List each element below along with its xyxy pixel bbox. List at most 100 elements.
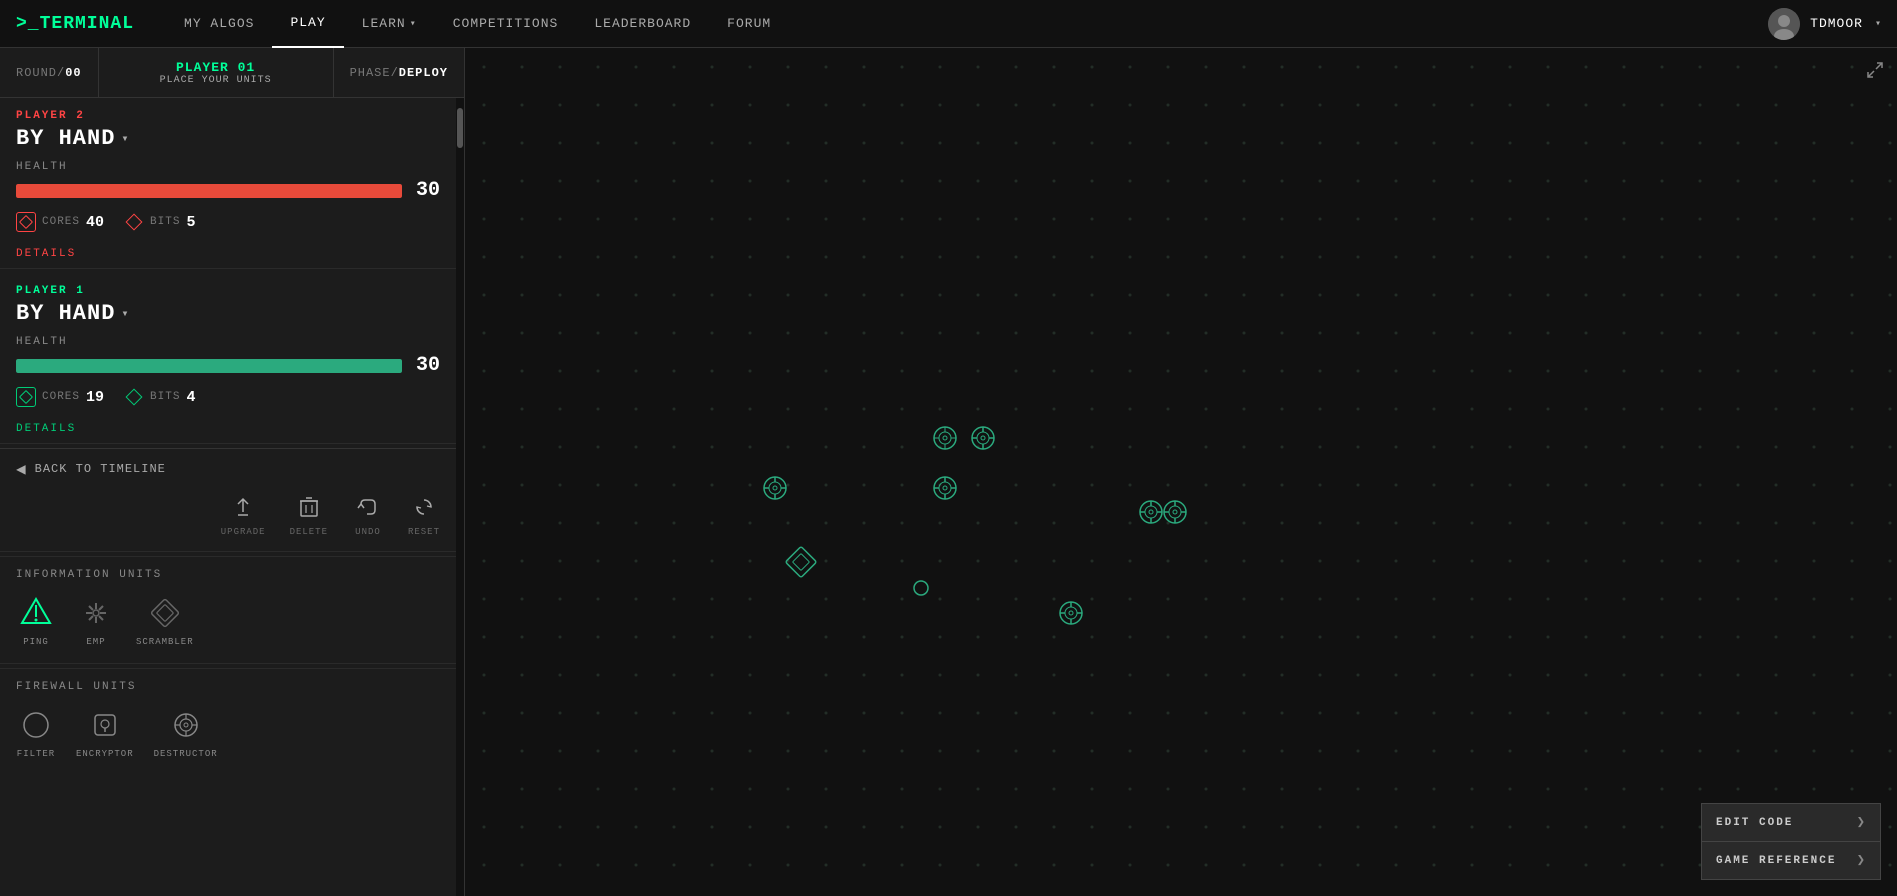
player1-name-row: BY HAND ▾: [16, 301, 440, 326]
player2-tag: PLAYER 2: [16, 110, 440, 122]
upgrade-btn[interactable]: UPGRADE: [221, 491, 266, 537]
player1-bits-label: BITS: [150, 391, 180, 403]
nav-item-my-algos[interactable]: MY ALGOS: [166, 0, 272, 48]
filter-unit[interactable]: FILTER: [16, 705, 56, 759]
game-reference-arrow: ❯: [1857, 852, 1866, 869]
player2-health-bar-row: 30: [16, 179, 440, 202]
upgrade-label: UPGRADE: [221, 527, 266, 537]
filter-label: FILTER: [17, 749, 55, 759]
left-panel: ROUND/ 00 PLAYER 01 PLACE YOUR UNITS PHA…: [0, 48, 465, 896]
player2-bits-diamond: [126, 214, 143, 231]
nav-item-play[interactable]: PLAY: [272, 0, 343, 48]
player1-cores-icon: [16, 387, 36, 407]
player1-name-chevron[interactable]: ▾: [121, 306, 128, 321]
player1-cores-item: CORES 19: [16, 387, 104, 407]
player1-bits-item: BITS 4: [124, 387, 195, 407]
player2-health-label: HEALTH: [16, 161, 440, 173]
back-timeline-btn[interactable]: ◀ BACK TO TIMELINE: [16, 459, 440, 479]
reset-label: RESET: [408, 527, 440, 537]
scroll-indicator: [456, 98, 464, 896]
player1-health-bar-row: 30: [16, 354, 440, 377]
ping-label: PING: [23, 637, 49, 647]
player2-health-val: 30: [412, 179, 440, 202]
player1-bits-icon: [124, 387, 144, 407]
destructor-unit[interactable]: DESTRUCTOR: [154, 705, 218, 759]
encryptor-label: ENCRYPTOR: [76, 749, 134, 759]
site-logo[interactable]: >_TERMINAL: [16, 14, 134, 34]
side-scroll-area[interactable]: PLAYER 2 BY HAND ▾ HEALTH 30: [0, 98, 456, 896]
upgrade-icon: [227, 491, 259, 523]
current-player-label: PLAYER 01: [176, 60, 255, 75]
divider-4: [0, 663, 456, 664]
learn-dropdown-icon: ▾: [410, 18, 417, 30]
emp-label: EMP: [86, 637, 105, 647]
player1-name: BY HAND: [16, 301, 115, 326]
game-reference-label: GAME REFERENCE: [1716, 855, 1836, 867]
player2-bits-val: 5: [186, 214, 195, 231]
navbar: >_TERMINAL MY ALGOS PLAY LEARN ▾ COMPETI…: [0, 0, 1897, 48]
player2-name: BY HAND: [16, 126, 115, 151]
scrambler-unit[interactable]: SCRAMBLER: [136, 593, 194, 647]
player2-block: PLAYER 2 BY HAND ▾ HEALTH 30: [0, 98, 456, 244]
delete-label: DELETE: [290, 527, 328, 537]
phase-value: DEPLOY: [399, 66, 448, 80]
firewall-units-section: FIREWALL UNITS FILTER: [0, 668, 456, 771]
player1-cores-val: 19: [86, 389, 104, 406]
back-arrow-icon: ◀: [16, 459, 27, 479]
scrambler-icon: [145, 593, 185, 633]
info-units-row: PING: [16, 593, 440, 647]
player1-bits-val: 4: [186, 389, 195, 406]
emp-unit[interactable]: EMP: [76, 593, 116, 647]
username[interactable]: TDMOOR: [1810, 16, 1863, 31]
info-units-section: INFORMATION UNITS PING: [0, 556, 456, 659]
round-label: ROUND/: [16, 66, 65, 80]
user-menu-chevron[interactable]: ▾: [1875, 18, 1881, 30]
encryptor-unit[interactable]: ENCRYPTOR: [76, 705, 134, 759]
reset-icon: [408, 491, 440, 523]
undo-btn[interactable]: UNDO: [352, 491, 384, 537]
nav-item-leaderboard[interactable]: LEADERBOARD: [576, 0, 709, 48]
nav-item-forum[interactable]: FORUM: [709, 0, 789, 48]
reset-btn[interactable]: RESET: [408, 491, 440, 537]
phase-label: PHASE/: [350, 66, 399, 80]
nav-item-learn[interactable]: LEARN ▾: [344, 0, 435, 48]
player1-health-bar-fill: [16, 359, 402, 373]
main-layout: ROUND/ 00 PLAYER 01 PLACE YOUR UNITS PHA…: [0, 48, 1897, 896]
filter-icon: [16, 705, 56, 745]
edit-code-arrow: ❯: [1857, 814, 1866, 831]
phase-section: PHASE/ DEPLOY: [334, 48, 464, 97]
divider-1: [0, 268, 456, 269]
encryptor-icon: [85, 705, 125, 745]
player2-name-chevron[interactable]: ▾: [121, 131, 128, 146]
place-units-label: PLACE YOUR UNITS: [160, 75, 272, 86]
edit-code-btn[interactable]: EDIT CODE ❯: [1701, 803, 1881, 841]
scroll-thumb: [457, 108, 463, 148]
player1-health-val: 30: [412, 354, 440, 377]
player1-tag: PLAYER 1: [16, 285, 440, 297]
nav-item-competitions[interactable]: COMPETITIONS: [435, 0, 577, 48]
scrambler-label: SCRAMBLER: [136, 637, 194, 647]
game-reference-btn[interactable]: GAME REFERENCE ❯: [1701, 841, 1881, 880]
expand-board-icon[interactable]: [1865, 60, 1885, 85]
destructor-icon: [166, 705, 206, 745]
player1-details-link[interactable]: DETAILS: [0, 419, 456, 439]
nav-right: TDMOOR ▾: [1768, 8, 1881, 40]
player2-details-link[interactable]: DETAILS: [0, 244, 456, 264]
ping-unit[interactable]: PING: [16, 593, 56, 647]
delete-btn[interactable]: DELETE: [290, 491, 328, 537]
player1-cores-label: CORES: [42, 391, 80, 403]
divider-3: [0, 551, 456, 552]
player1-block: PLAYER 1 BY HAND ▾ HEALTH 30: [0, 273, 456, 419]
player2-cores-icon: [16, 212, 36, 232]
player2-bits-item: BITS 5: [124, 212, 195, 232]
undo-label: UNDO: [355, 527, 381, 537]
game-board[interactable]: EDIT CODE ❯ GAME REFERENCE ❯: [465, 48, 1897, 896]
player1-bits-diamond: [126, 389, 143, 406]
avatar: [1768, 8, 1800, 40]
player2-cores-val: 40: [86, 214, 104, 231]
undo-icon: [352, 491, 384, 523]
player2-cores-item: CORES 40: [16, 212, 104, 232]
info-units-title: INFORMATION UNITS: [16, 569, 440, 581]
edit-code-label: EDIT CODE: [1716, 817, 1793, 829]
round-header: ROUND/ 00 PLAYER 01 PLACE YOUR UNITS PHA…: [0, 48, 464, 98]
